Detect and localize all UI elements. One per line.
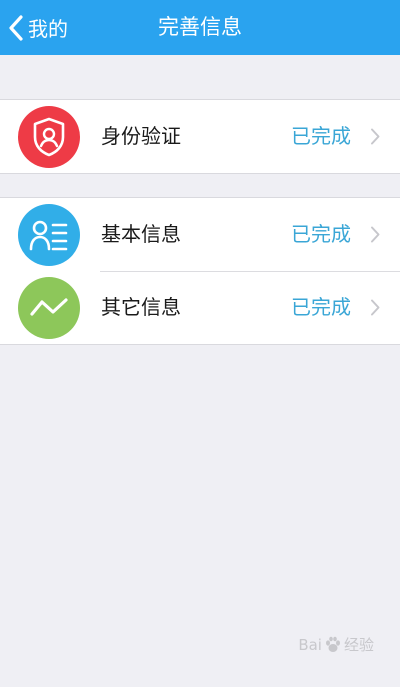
- other-info-icon-badge: [18, 277, 80, 339]
- row-basic-info[interactable]: 基本信息 已完成: [0, 198, 400, 271]
- navigation-bar: 我的 完善信息: [0, 0, 400, 55]
- basic-info-icon-badge: [18, 204, 80, 266]
- watermark-right: 经验: [343, 636, 374, 654]
- trend-line-icon: [30, 298, 68, 316]
- row-other-info[interactable]: 其它信息 已完成: [0, 271, 400, 344]
- chevron-right-icon: [371, 128, 380, 145]
- row-identity-verification[interactable]: 身份验证 已完成: [0, 100, 400, 173]
- shield-user-icon: [33, 117, 65, 157]
- verification-group: 身份验证 已完成: [0, 99, 400, 174]
- row-label: 基本信息: [101, 222, 181, 246]
- row-label: 身份验证: [101, 124, 181, 148]
- back-button-label: 我的: [28, 17, 68, 41]
- paw-icon: [325, 636, 340, 652]
- chevron-right-icon: [371, 226, 380, 243]
- back-button[interactable]: 我的: [8, 0, 68, 55]
- identity-icon-badge: [18, 106, 80, 168]
- row-label: 其它信息: [101, 295, 181, 319]
- chevron-right-icon: [371, 299, 380, 316]
- watermark-left: Bai: [298, 635, 322, 654]
- row-status: 已完成: [291, 295, 351, 319]
- row-status: 已完成: [291, 222, 351, 246]
- chevron-left-icon: [9, 14, 23, 41]
- profile-card-icon: [29, 220, 68, 251]
- info-group: 基本信息 已完成 其它信息 已完成: [0, 197, 400, 345]
- watermark: Bai 经验: [298, 634, 374, 655]
- row-status: 已完成: [291, 124, 351, 148]
